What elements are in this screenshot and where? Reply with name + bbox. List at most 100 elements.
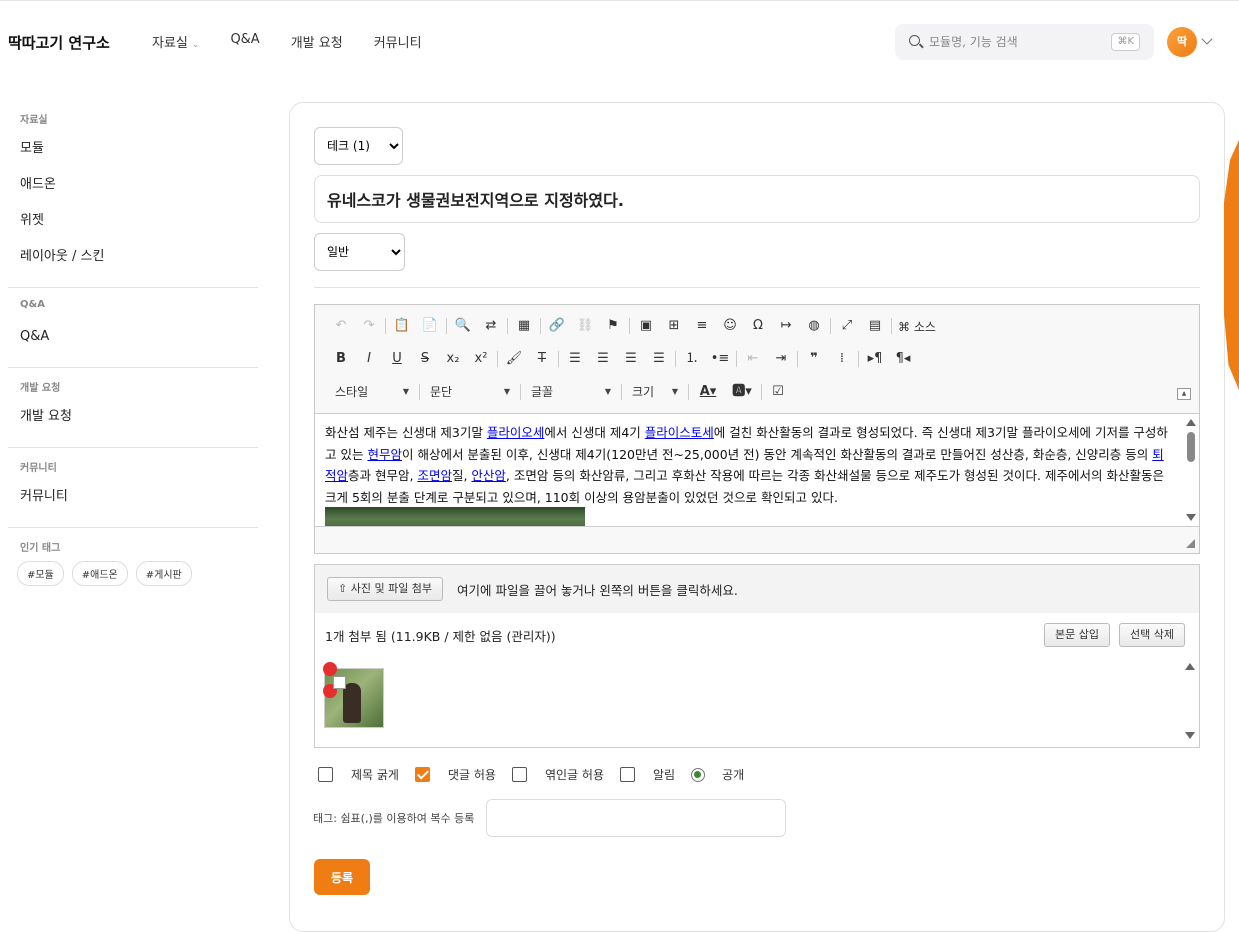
search-input[interactable] xyxy=(929,32,1099,52)
anchor-flag-icon[interactable]: ⚑ xyxy=(599,313,627,339)
notify-checkbox[interactable] xyxy=(619,767,635,782)
sidebar-item-dev-request[interactable]: 개발 요청 xyxy=(8,399,258,435)
italic-icon[interactable]: I xyxy=(355,346,383,372)
bold-title-checkbox[interactable] xyxy=(318,767,333,782)
submit-button[interactable]: 등록 xyxy=(314,859,370,895)
tag-chip[interactable]: #애드온 xyxy=(71,561,128,586)
indent-icon[interactable]: ⇥ xyxy=(767,346,795,372)
bg-color-icon[interactable]: 🅰▾ xyxy=(725,379,759,405)
attach-file-button[interactable]: ⇧ 사진 및 파일 첨부 xyxy=(327,577,444,601)
site-logo[interactable]: 딱따고기 연구소 xyxy=(8,32,110,53)
align-center-icon[interactable]: ☰ xyxy=(589,346,617,372)
horizontal-line-icon[interactable]: ≡ xyxy=(688,313,716,339)
tag-chip[interactable]: #모듈 xyxy=(17,561,64,586)
special-char-icon[interactable]: Ω xyxy=(744,313,772,339)
thumbnail-checkbox[interactable] xyxy=(333,676,346,689)
size-combo[interactable]: 크기 ▼ xyxy=(624,379,686,405)
nav-community[interactable]: 커뮤니티 xyxy=(374,32,422,51)
bold-icon[interactable]: B xyxy=(327,346,355,372)
body-link[interactable]: 플라이오세 xyxy=(487,425,545,440)
find-icon[interactable]: 🔍 xyxy=(449,313,477,339)
allow-comment-checkbox[interactable] xyxy=(414,767,430,782)
doc-type-select[interactable]: 일반 xyxy=(314,233,405,271)
paste-icon[interactable]: 📋 xyxy=(388,313,416,339)
attach-scrollbar[interactable] xyxy=(1183,661,1197,741)
sidebar-item-addon[interactable]: 애드온 xyxy=(8,167,258,203)
align-justify-icon[interactable]: ☰ xyxy=(645,346,673,372)
font-label: 글꼴 xyxy=(531,385,554,399)
show-blocks-icon[interactable]: ▤ xyxy=(861,313,889,339)
chevron-down-icon[interactable] xyxy=(1201,33,1213,45)
div-container-icon[interactable]: ⁞ xyxy=(828,346,856,372)
rtl-icon[interactable]: ¶◂ xyxy=(889,346,917,372)
replace-icon[interactable]: ⇄ xyxy=(477,313,505,339)
scroll-thumb[interactable] xyxy=(1187,432,1195,462)
paragraph-combo[interactable]: 문단 ▼ xyxy=(422,379,518,405)
nav-dev-request[interactable]: 개발 요청 xyxy=(291,32,343,51)
sidebar-item-community[interactable]: 커뮤니티 xyxy=(8,479,258,515)
body-link[interactable]: 플라이스토세 xyxy=(645,425,714,440)
sidebar-item-module[interactable]: 모듈 xyxy=(8,131,258,167)
superscript-icon[interactable]: x² xyxy=(467,346,495,372)
resize-handle-icon[interactable] xyxy=(1186,539,1195,548)
image-icon[interactable]: ▣ xyxy=(632,313,660,339)
strikethrough-icon[interactable]: S xyxy=(411,346,439,372)
blockquote-icon[interactable]: ❞ xyxy=(800,346,828,372)
scroll-up-icon[interactable] xyxy=(1185,663,1195,670)
sidebar-item-layout-skin[interactable]: 레이아웃 / 스킨 xyxy=(8,239,258,275)
checkbox-plugin-icon[interactable]: ☑ xyxy=(764,379,792,405)
tag-input[interactable] xyxy=(486,799,786,837)
ltr-icon[interactable]: ▸¶ xyxy=(861,346,889,372)
maximize-icon[interactable]: ⤢ xyxy=(833,313,861,339)
subscript-icon[interactable]: x₂ xyxy=(439,346,467,372)
tag-chip[interactable]: #게시판 xyxy=(135,561,192,586)
embedded-photo[interactable] xyxy=(325,507,585,526)
editor-content[interactable]: 화산섬 제주는 신생대 제3기말 플라이오세에서 신생대 제4기 플라이스토세에… xyxy=(315,413,1199,527)
iframe-globe-icon[interactable]: ◍ xyxy=(800,313,828,339)
category-select[interactable]: 테크 (1) xyxy=(314,127,403,165)
paste-text-icon[interactable]: 📄 xyxy=(416,313,444,339)
undo-icon[interactable]: ↶ xyxy=(327,313,355,339)
table-icon[interactable]: ⊞ xyxy=(660,313,688,339)
title-input[interactable] xyxy=(314,175,1200,223)
delete-selected-button[interactable]: 선택 삭제 xyxy=(1119,623,1185,647)
redo-icon[interactable]: ↷ xyxy=(355,313,383,339)
scroll-down-icon[interactable] xyxy=(1186,514,1196,521)
style-combo[interactable]: 스타일 ▼ xyxy=(327,379,417,405)
sidebar-item-qa[interactable]: Q&A xyxy=(8,319,258,355)
remove-format-icon[interactable]: T̶ xyxy=(528,346,556,372)
copy-format-icon[interactable]: 🖌 xyxy=(500,346,528,372)
align-left-icon[interactable]: ☰ xyxy=(561,346,589,372)
unlink-icon[interactable]: ⛓ xyxy=(571,313,599,339)
underline-icon[interactable]: U xyxy=(383,346,411,372)
attached-thumbnail[interactable] xyxy=(323,662,384,728)
nav-archive[interactable]: 자료실 ⌄ xyxy=(152,32,199,51)
search-box[interactable]: ⌘K xyxy=(895,24,1154,60)
collapse-toolbar-icon[interactable]: ▲ xyxy=(1177,388,1191,400)
body-link[interactable]: 현무암 xyxy=(367,447,402,462)
select-all-icon[interactable]: ▦ xyxy=(510,313,538,339)
public-radio[interactable] xyxy=(691,767,706,782)
bulleted-list-icon[interactable]: •≡ xyxy=(706,346,734,372)
font-combo[interactable]: 글꼴 ▼ xyxy=(523,379,619,405)
source-button[interactable]: ⌘ 소스 xyxy=(894,318,940,335)
nav-archive-label: 자료실 xyxy=(152,36,188,51)
align-right-icon[interactable]: ☰ xyxy=(617,346,645,372)
numbered-list-icon[interactable]: ⒈ xyxy=(678,346,706,372)
editor-scrollbar[interactable] xyxy=(1183,414,1199,526)
link-icon[interactable]: 🔗 xyxy=(543,313,571,339)
body-link[interactable]: 안산암 xyxy=(471,468,506,483)
nav-qa[interactable]: Q&A xyxy=(230,32,259,51)
outdent-icon[interactable]: ⇤ xyxy=(739,346,767,372)
smiley-icon[interactable]: ☺ xyxy=(716,313,744,339)
file-drop-zone[interactable]: ⇧ 사진 및 파일 첨부 여기에 파일을 끌어 놓거나 왼쪽의 버튼을 클릭하세… xyxy=(315,565,1199,613)
scroll-up-icon[interactable] xyxy=(1186,419,1196,426)
sidebar-item-widget[interactable]: 위젯 xyxy=(8,203,258,239)
insert-into-body-button[interactable]: 본문 삽입 xyxy=(1044,623,1110,647)
scroll-down-icon[interactable] xyxy=(1185,732,1195,739)
avatar[interactable]: 딱 xyxy=(1167,27,1197,57)
body-link[interactable]: 조면암 xyxy=(417,468,452,483)
text-color-icon[interactable]: A▾ xyxy=(691,379,725,405)
allow-trackback-checkbox[interactable] xyxy=(511,767,527,782)
page-break-icon[interactable]: ↦ xyxy=(772,313,800,339)
